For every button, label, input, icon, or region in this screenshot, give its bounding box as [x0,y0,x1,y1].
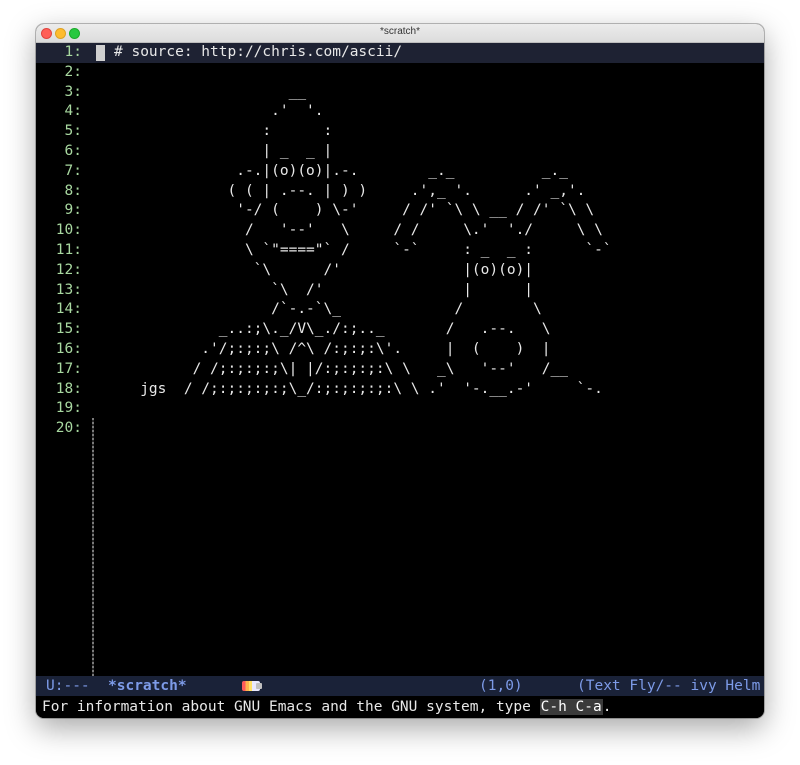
echo-key-hint: C-h C-a [539,699,603,715]
buffer-line[interactable]: 3: __ [36,83,764,103]
line-text: / /;:;:;:;\| |/:;:;:;:\ \ _\ '--' /__ [114,360,568,377]
buffer-line[interactable]: 17: / /;:;:;:;\| |/:;:;:;:\ \ _\ '--' /_… [36,360,764,380]
line-text: / '--' \ / / \.' './ \ \ [114,222,603,239]
line-number: 9: [64,202,82,219]
line-text: | _ _ | [114,142,333,159]
buffer-line[interactable]: 10: / '--' \ / / \.' './ \ \ [36,221,764,241]
line-text: .' '. [114,103,324,120]
line-number: 15: [55,321,82,338]
line-number: 18: [55,380,82,397]
modeline-status: U:--- [46,678,90,694]
emacs-window: *scratch* 1: # source: http://chris.com/a… [36,24,764,718]
buffer-line[interactable]: 19: [36,399,764,419]
line-number: 6: [64,142,82,159]
line-text: /`-.-`\_ / \ [114,301,542,318]
buffer-line[interactable]: 8: ( ( | .--. | ) ) .',_ '. .' _,'. [36,182,764,202]
buffer-line[interactable]: 16: .'/;:;:;\ /^\ /:;:;:\'. | ( ) | [36,340,764,360]
buffer-line[interactable]: 20: [36,419,764,439]
line-text: _..:;\._/V\_./:;.._ / .--. \ [114,321,551,338]
line-text: .-.|(o)(o)|.-. _._ _._ [114,162,568,179]
line-text: `\ /' |(o)(o)| [114,261,534,278]
buffer-line[interactable]: 4: .' '. [36,102,764,122]
modeline-buffer-name[interactable]: *scratch* [108,676,187,696]
line-number: 16: [55,340,82,357]
modeline-modes[interactable]: (Text Fly/-- ivy Helm [577,676,760,696]
line-number: 11: [55,241,82,258]
modeline-position: (1,0) [479,678,523,694]
line-number: 10: [55,222,82,239]
buffer-line[interactable]: 5: : : [36,122,764,142]
line-text: `\ /' | | [114,281,534,298]
text-cursor [96,45,105,61]
buffer-line[interactable]: 1: # source: http://chris.com/ascii/ [36,43,764,63]
line-number: 7: [64,162,82,179]
line-text: __ [114,83,307,100]
line-number: 5: [64,123,82,140]
buffer-line[interactable]: 18: jgs / /;:;:;:;:;\_/:;:;:;:;:\ \ .' '… [36,380,764,400]
line-text: .'/;:;:;\ /^\ /:;:;:\'. | ( ) | [114,340,551,357]
line-number: 13: [55,281,82,298]
line-number: 12: [55,261,82,278]
window-title: *scratch* [379,26,420,37]
line-number: 14: [55,301,82,318]
line-number: 4: [64,103,82,120]
buffer-line[interactable]: 2: [36,63,764,83]
line-text: '-/ ( ) \-' / /' `\ \ __ / /' `\ \ [114,202,595,219]
buffer-line[interactable]: 14: /`-.-`\_ / \ [36,300,764,320]
editor-buffer[interactable]: 1: # source: http://chris.com/ascii/2: 3: … [36,43,764,676]
line-number: 1: [64,44,82,60]
title-bar: *scratch* [36,24,764,43]
line-text: # source: http://chris.com/ascii/ [114,44,403,60]
line-number: 8: [64,182,82,199]
buffer-line[interactable]: 11: \ `"===="` / `-` : _ _ : `-` [36,241,764,261]
buffer-line[interactable]: 7: .-.|(o)(o)|.-. _._ _._ [36,162,764,182]
buffer-line[interactable]: 6: | _ _ | [36,142,764,162]
echo-message: For information about GNU Emacs and the … [42,699,540,715]
line-text: ( ( | .--. | ) ) .',_ '. .' _,'. [114,182,586,199]
fringe-indicator [92,418,94,676]
nyan-cat-icon [242,681,262,691]
echo-suffix: . [602,699,612,715]
buffer-line[interactable]: 15: _..:;\._/V\_./:;.._ / .--. \ [36,320,764,340]
line-number: 20: [55,420,82,437]
buffer-line[interactable]: 9: '-/ ( ) \-' / /' `\ \ __ / /' `\ \ [36,201,764,221]
echo-area: For information about GNU Emacs and the … [36,696,764,718]
line-number: 2: [64,63,82,80]
buffer-lines: 1: # source: http://chris.com/ascii/2: 3: … [36,43,764,439]
buffer-line[interactable]: 13: `\ /' | | [36,281,764,301]
buffer-line[interactable]: 12: `\ /' |(o)(o)| [36,261,764,281]
line-number: 17: [55,360,82,377]
line-number: 3: [64,83,82,100]
line-number: 19: [55,400,82,417]
mode-line: U:--- *scratch* (1,0) (Text Fly/-- ivy H… [36,676,764,696]
line-text: jgs / /;:;:;:;:;\_/:;:;:;:;:\ \ .' '-.__… [114,380,603,397]
line-text: \ `"===="` / `-` : _ _ : `-` [114,241,612,258]
line-text: : : [114,123,333,140]
